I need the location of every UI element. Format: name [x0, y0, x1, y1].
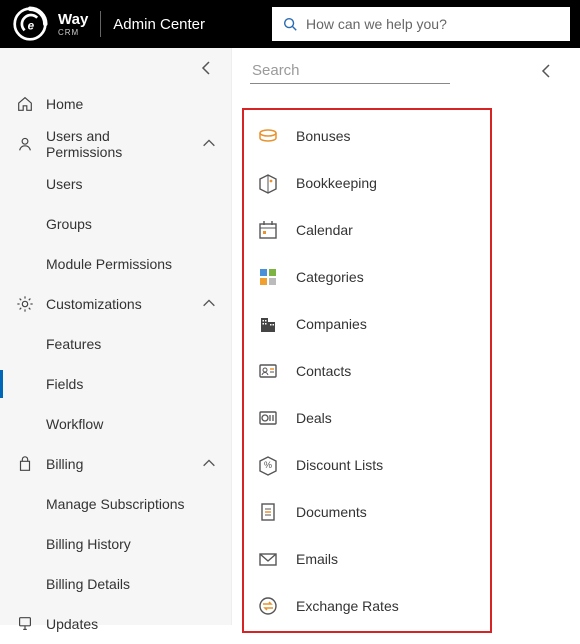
sidebar-item-customizations[interactable]: Customizations: [0, 284, 231, 324]
module-label: Bonuses: [296, 128, 350, 144]
deals-icon: [256, 406, 280, 430]
nav-label: Billing: [46, 456, 83, 472]
nav-label: Users: [46, 176, 83, 192]
module-documents[interactable]: Documents: [244, 488, 490, 535]
calendar-icon: [256, 218, 280, 242]
nav-label: Groups: [46, 216, 92, 232]
nav-label: Billing History: [46, 536, 131, 552]
home-icon: [16, 95, 34, 113]
exchange-icon: [256, 594, 280, 618]
sidebar-item-billing-history[interactable]: Billing History: [0, 524, 231, 564]
module-contacts[interactable]: Contacts: [244, 347, 490, 394]
sidebar-item-manage-subscriptions[interactable]: Manage Subscriptions: [0, 484, 231, 524]
module-label: Companies: [296, 316, 367, 332]
eway-logo-icon: e: [12, 6, 48, 42]
bookkeeping-icon: [256, 171, 280, 195]
nav-label: Users and Permissions: [46, 128, 189, 160]
discount-icon: [256, 453, 280, 477]
emails-icon: [256, 547, 280, 571]
content-panel: Bonuses Bookkeeping Calendar Categories Comp…: [232, 48, 580, 625]
panel-search-input[interactable]: [250, 58, 450, 84]
sidebar: Home Users and Permissions Users Groups Modu…: [0, 48, 232, 625]
module-exchange-rates[interactable]: Exchange Rates: [244, 582, 490, 629]
module-calendar[interactable]: Calendar: [244, 206, 490, 253]
nav-label: Module Permissions: [46, 256, 172, 272]
contacts-icon: [256, 359, 280, 383]
bag-icon: [16, 455, 34, 473]
global-search[interactable]: [272, 7, 570, 41]
documents-icon: [256, 500, 280, 524]
module-list: Bonuses Bookkeeping Calendar Categories Comp…: [242, 108, 492, 633]
module-deals[interactable]: Deals: [244, 394, 490, 441]
nav-label: Workflow: [46, 416, 103, 432]
sidebar-item-module-permissions[interactable]: Module Permissions: [0, 244, 231, 284]
module-label: Emails: [296, 551, 338, 567]
nav-label: Updates: [46, 616, 98, 632]
sidebar-item-updates[interactable]: Updates: [0, 604, 231, 644]
module-label: Documents: [296, 504, 367, 520]
module-label: Discount Lists: [296, 457, 383, 473]
sidebar-item-home[interactable]: Home: [0, 84, 231, 124]
panel-collapse-button[interactable]: [534, 58, 560, 84]
module-bonuses[interactable]: Bonuses: [244, 112, 490, 159]
module-label: Contacts: [296, 363, 351, 379]
module-label: Categories: [296, 269, 364, 285]
gear-icon: [16, 295, 34, 313]
sidebar-item-billing-details[interactable]: Billing Details: [0, 564, 231, 604]
chevron-up-icon: [201, 136, 217, 152]
nav-label: Billing Details: [46, 576, 130, 592]
topbar: e Way CRM Admin Center: [0, 0, 580, 48]
svg-text:e: e: [28, 19, 35, 32]
sidebar-item-fields[interactable]: Fields: [0, 364, 231, 404]
nav-label: Manage Subscriptions: [46, 496, 185, 512]
module-label: Exchange Rates: [296, 598, 399, 614]
top-divider: [100, 11, 101, 37]
user-icon: [16, 135, 34, 153]
sidebar-item-users[interactable]: Users: [0, 164, 231, 204]
brand-sub: CRM: [58, 28, 88, 37]
nav-label: Home: [46, 96, 83, 112]
module-label: Calendar: [296, 222, 353, 238]
sidebar-item-groups[interactable]: Groups: [0, 204, 231, 244]
module-label: Bookkeeping: [296, 175, 377, 191]
module-emails[interactable]: Emails: [244, 535, 490, 582]
bonuses-icon: [256, 124, 280, 148]
updates-icon: [16, 615, 34, 633]
companies-icon: [256, 312, 280, 336]
sidebar-item-users-and-permissions[interactable]: Users and Permissions: [0, 124, 231, 164]
page-title: Admin Center: [113, 16, 205, 33]
categories-icon: [256, 265, 280, 289]
sidebar-item-features[interactable]: Features: [0, 324, 231, 364]
chevron-up-icon: [201, 456, 217, 472]
brand-logo[interactable]: e Way CRM: [12, 6, 88, 42]
sidebar-collapse-button[interactable]: [197, 58, 217, 78]
chevron-up-icon: [201, 296, 217, 312]
sidebar-item-workflow[interactable]: Workflow: [0, 404, 231, 444]
nav-label: Customizations: [46, 296, 142, 312]
nav-label: Features: [46, 336, 101, 352]
global-search-input[interactable]: [306, 16, 560, 32]
module-label: Deals: [296, 410, 332, 426]
module-discount-lists[interactable]: Discount Lists: [244, 441, 490, 488]
search-icon: [282, 16, 298, 32]
module-categories[interactable]: Categories: [244, 253, 490, 300]
module-bookkeeping[interactable]: Bookkeeping: [244, 159, 490, 206]
sidebar-item-billing[interactable]: Billing: [0, 444, 231, 484]
nav-label: Fields: [46, 376, 83, 392]
module-companies[interactable]: Companies: [244, 300, 490, 347]
